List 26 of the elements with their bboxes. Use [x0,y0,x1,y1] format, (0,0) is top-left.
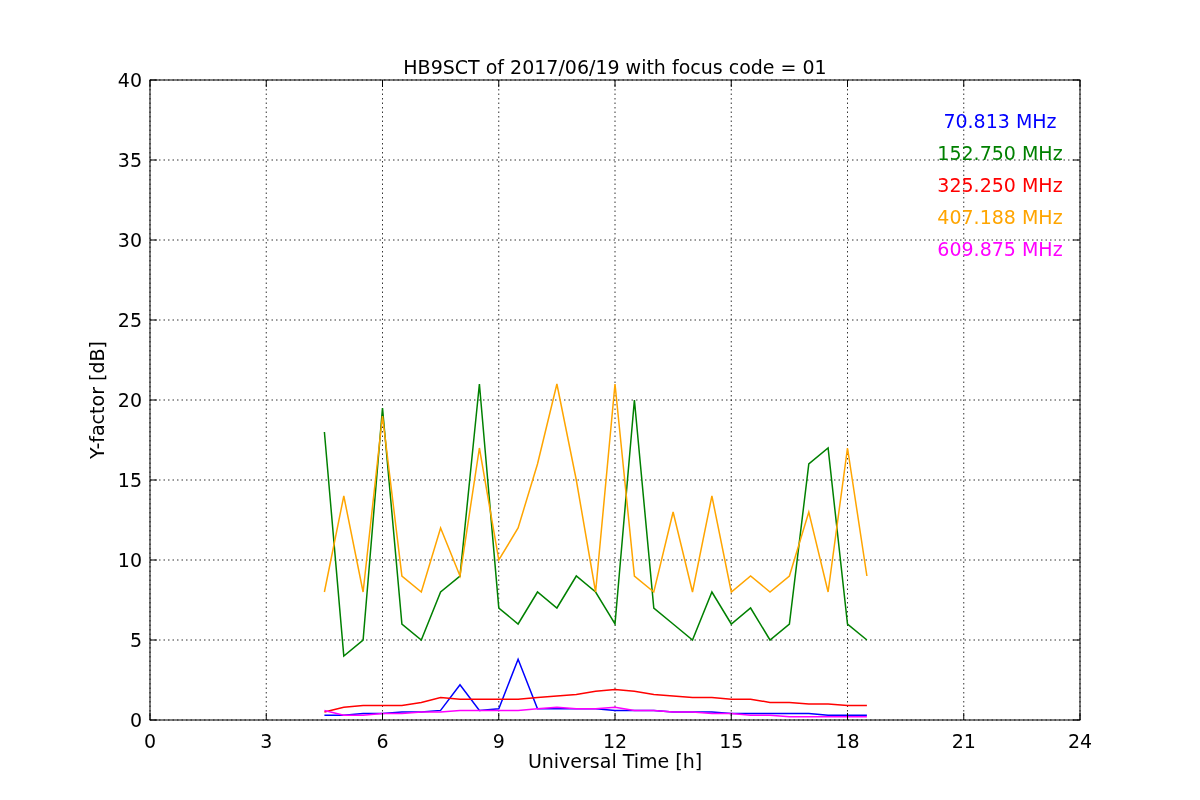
y-tick-label: 10 [117,549,142,571]
x-tick-label: 6 [376,730,389,752]
x-axis-label: Universal Time [h] [527,750,703,772]
legend-label: 70.813 MHz [943,110,1057,132]
legend-label: 609.875 MHz [937,238,1063,260]
y-tick-label: 40 [117,69,142,91]
y-tick-label: 5 [129,629,142,651]
x-tick-label: 24 [1067,730,1093,752]
y-tick-label: 35 [117,149,142,171]
y-tick-label: 15 [117,469,142,491]
x-tick-label: 21 [951,730,976,752]
legend-label: 152.750 MHz [937,142,1063,164]
y-tick-label: 0 [129,709,142,731]
y-tick-label: 25 [117,309,142,331]
x-tick-label: 12 [602,730,628,752]
y-tick-label: 30 [117,229,142,251]
x-tick-label: 3 [260,730,273,752]
x-tick-label: 15 [719,730,744,752]
x-tick-label: 0 [143,730,157,752]
x-tick-label: 9 [492,730,505,752]
legend-label: 407.188 MHz [937,206,1063,228]
y-axis-label: Y-factor [dB] [86,341,108,459]
legend-label: 325.250 MHz [937,174,1063,196]
y-tick-label: 20 [117,389,142,411]
x-tick-label: 18 [835,730,860,752]
chart-title: HB9SCT of 2017/06/19 with focus code = 01 [403,56,827,78]
